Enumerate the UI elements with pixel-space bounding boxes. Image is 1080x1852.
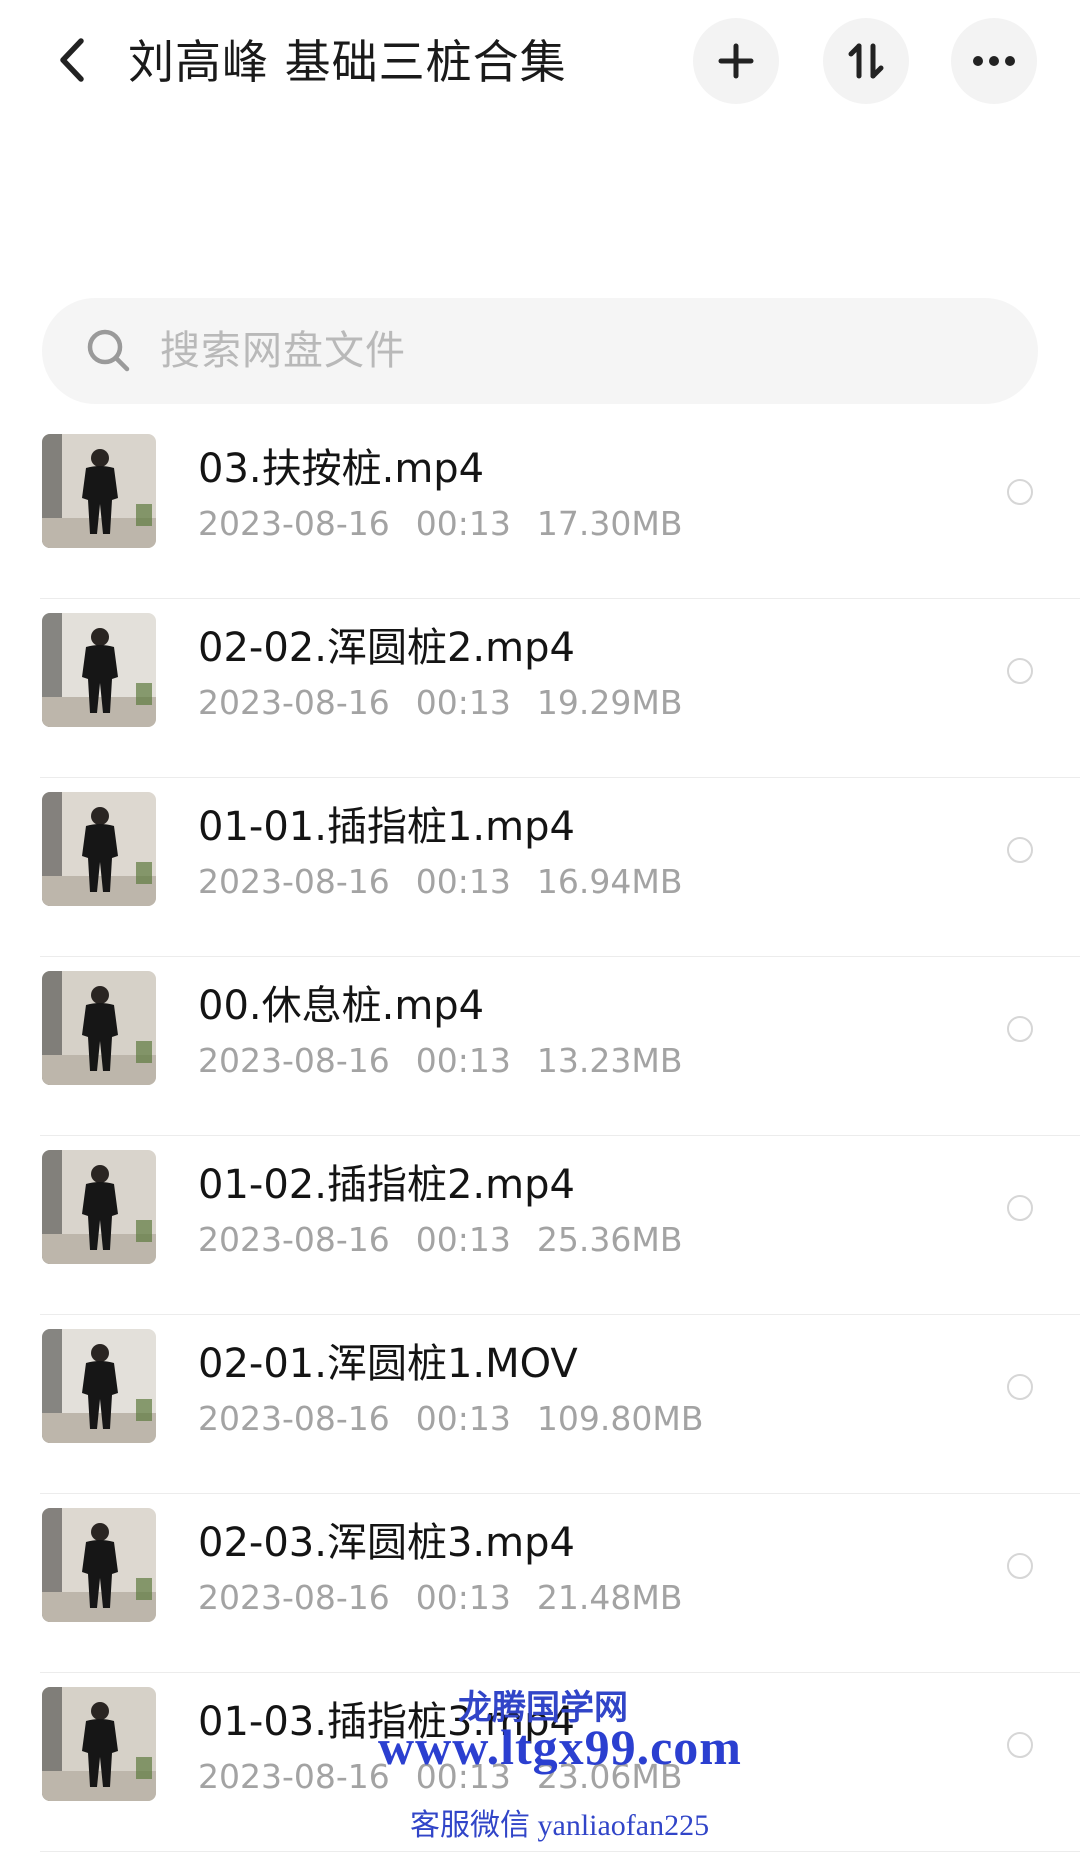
video-thumbnail xyxy=(42,792,156,906)
sort-button[interactable] xyxy=(823,18,909,104)
file-date: 2023-08-16 xyxy=(198,683,390,722)
video-thumbnail xyxy=(42,1687,156,1801)
file-time: 00:13 xyxy=(415,1220,511,1259)
select-radio[interactable] xyxy=(1007,1374,1033,1400)
select-radio[interactable] xyxy=(1007,1732,1033,1758)
file-size: 25.36MB xyxy=(536,1220,683,1259)
file-row[interactable]: 02-01.浑圆桩1.MOV 2023-08-16 00:13 109.80MB xyxy=(0,1315,1080,1494)
file-row[interactable]: 03.扶按桩.mp4 2023-08-16 00:13 17.30MB xyxy=(0,420,1080,599)
file-row[interactable]: 00.休息桩.mp4 2023-08-16 00:13 13.23MB xyxy=(0,957,1080,1136)
file-meta: 2023-08-16 00:13 13.23MB xyxy=(198,1039,708,1083)
page-title: 刘高峰 基础三桩合集 xyxy=(128,35,567,89)
file-time: 00:13 xyxy=(415,1041,511,1080)
sort-arrows-icon xyxy=(848,43,884,79)
file-name: 01-02.插指桩2.mp4 xyxy=(198,1162,575,1208)
top-bar: 刘高峰 基础三桩合集 xyxy=(0,0,1080,125)
video-thumbnail xyxy=(42,1508,156,1622)
file-meta: 2023-08-16 00:13 21.48MB xyxy=(198,1576,708,1620)
file-row[interactable]: 01-03.插指桩3.mp4 2023-08-16 00:13 23.06MB xyxy=(0,1673,1080,1852)
file-name: 01-01.插指桩1.mp4 xyxy=(198,804,575,850)
file-time: 00:13 xyxy=(415,1399,511,1438)
file-meta: 2023-08-16 00:13 16.94MB xyxy=(198,860,708,904)
file-row[interactable]: 01-02.插指桩2.mp4 2023-08-16 00:13 25.36MB xyxy=(0,1136,1080,1315)
file-name: 02-03.浑圆桩3.mp4 xyxy=(198,1520,575,1566)
file-size: 16.94MB xyxy=(536,862,683,901)
file-time: 00:13 xyxy=(415,1578,511,1617)
file-row[interactable]: 02-02.浑圆桩2.mp4 2023-08-16 00:13 19.29MB xyxy=(0,599,1080,778)
file-name: 02-01.浑圆桩1.MOV xyxy=(198,1341,578,1387)
file-time: 00:13 xyxy=(415,1757,511,1796)
file-date: 2023-08-16 xyxy=(198,1399,390,1438)
select-radio[interactable] xyxy=(1007,1195,1033,1221)
back-button[interactable] xyxy=(42,30,102,90)
file-name: 03.扶按桩.mp4 xyxy=(198,446,485,492)
search-input[interactable]: 搜索网盘文件 xyxy=(42,298,1038,404)
file-name: 00.休息桩.mp4 xyxy=(198,983,485,1029)
file-time: 00:13 xyxy=(415,683,511,722)
more-dots-icon xyxy=(973,56,1015,66)
file-name: 01-03.插指桩3.mp4 xyxy=(198,1699,575,1745)
file-list: 03.扶按桩.mp4 2023-08-16 00:13 17.30MB 02-02.浑圆… xyxy=(0,420,1080,1852)
file-date: 2023-08-16 xyxy=(198,1220,390,1259)
file-date: 2023-08-16 xyxy=(198,1041,390,1080)
file-row[interactable]: 01-01.插指桩1.mp4 2023-08-16 00:13 16.94MB xyxy=(0,778,1080,957)
plus-icon xyxy=(718,43,754,79)
video-thumbnail xyxy=(42,613,156,727)
file-date: 2023-08-16 xyxy=(198,1757,390,1796)
file-meta: 2023-08-16 00:13 109.80MB xyxy=(198,1397,729,1441)
select-radio[interactable] xyxy=(1007,837,1033,863)
select-radio[interactable] xyxy=(1007,658,1033,684)
file-size: 19.29MB xyxy=(536,683,683,722)
more-button[interactable] xyxy=(951,18,1037,104)
file-meta: 2023-08-16 00:13 23.06MB xyxy=(198,1755,708,1799)
video-thumbnail xyxy=(42,1150,156,1264)
add-button[interactable] xyxy=(693,18,779,104)
select-radio[interactable] xyxy=(1007,479,1033,505)
file-size: 13.23MB xyxy=(536,1041,683,1080)
file-date: 2023-08-16 xyxy=(198,1578,390,1617)
file-size: 109.80MB xyxy=(536,1399,704,1438)
file-date: 2023-08-16 xyxy=(198,504,390,543)
search-icon xyxy=(87,329,130,372)
select-radio[interactable] xyxy=(1007,1016,1033,1042)
file-date: 2023-08-16 xyxy=(198,862,390,901)
file-size: 21.48MB xyxy=(536,1578,683,1617)
video-thumbnail xyxy=(42,434,156,548)
file-name: 02-02.浑圆桩2.mp4 xyxy=(198,625,575,671)
select-radio[interactable] xyxy=(1007,1553,1033,1579)
video-thumbnail xyxy=(42,1329,156,1443)
file-size: 17.30MB xyxy=(536,504,683,543)
file-meta: 2023-08-16 00:13 17.30MB xyxy=(198,502,708,546)
file-time: 00:13 xyxy=(415,504,511,543)
file-size: 23.06MB xyxy=(536,1757,683,1796)
file-meta: 2023-08-16 00:13 25.36MB xyxy=(198,1218,708,1262)
video-thumbnail xyxy=(42,971,156,1085)
file-meta: 2023-08-16 00:13 19.29MB xyxy=(198,681,708,725)
search-placeholder: 搜索网盘文件 xyxy=(160,328,406,374)
file-row[interactable]: 02-03.浑圆桩3.mp4 2023-08-16 00:13 21.48MB xyxy=(0,1494,1080,1673)
chevron-left-icon xyxy=(60,38,84,82)
file-time: 00:13 xyxy=(415,862,511,901)
